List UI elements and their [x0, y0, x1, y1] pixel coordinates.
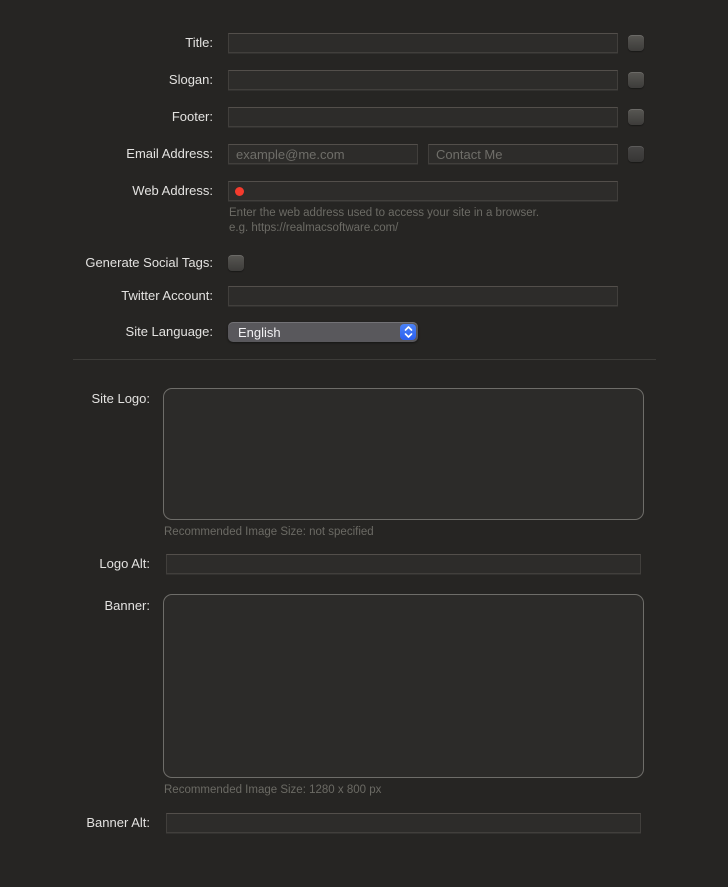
title-input[interactable]: [228, 33, 618, 53]
twitter-account-input[interactable]: [228, 286, 618, 306]
banner-label: Banner:: [0, 596, 150, 616]
web-address-help-line2: e.g. https://realmacsoftware.com/: [229, 221, 539, 236]
web-address-label: Web Address:: [0, 181, 213, 201]
site-language-label: Site Language:: [0, 322, 213, 342]
email-link-text-input[interactable]: [428, 144, 618, 164]
banner-alt-input[interactable]: [166, 813, 641, 833]
site-logo-caption: Recommended Image Size: not specified: [164, 526, 374, 538]
email-checkbox[interactable]: [628, 146, 644, 162]
logo-alt-input[interactable]: [166, 554, 641, 574]
slogan-checkbox[interactable]: [628, 72, 644, 88]
email-address-label: Email Address:: [0, 144, 213, 164]
logo-alt-label: Logo Alt:: [0, 554, 150, 574]
popup-chevrons-icon: [400, 324, 416, 340]
title-checkbox[interactable]: [628, 35, 644, 51]
slogan-label: Slogan:: [0, 70, 213, 90]
site-logo-label: Site Logo:: [0, 389, 150, 409]
section-divider: [73, 359, 656, 360]
slogan-input[interactable]: [228, 70, 618, 90]
web-address-input[interactable]: [228, 181, 618, 201]
banner-alt-label: Banner Alt:: [0, 813, 150, 833]
footer-input[interactable]: [228, 107, 618, 127]
site-language-select[interactable]: English: [228, 322, 418, 342]
site-settings-panel: Title: Slogan: Footer: Email Address: We…: [0, 0, 728, 887]
banner-caption: Recommended Image Size: 1280 x 800 px: [164, 784, 381, 796]
site-language-selected-value: English: [228, 325, 400, 340]
title-label: Title:: [0, 33, 213, 53]
footer-label: Footer:: [0, 107, 213, 127]
generate-social-tags-checkbox[interactable]: [228, 255, 244, 271]
web-address-help-line1: Enter the web address used to access you…: [229, 206, 539, 221]
footer-checkbox[interactable]: [628, 109, 644, 125]
site-logo-image-well[interactable]: [163, 388, 644, 520]
banner-image-well[interactable]: [163, 594, 644, 778]
twitter-account-label: Twitter Account:: [0, 286, 213, 306]
web-address-help: Enter the web address used to access you…: [229, 206, 539, 236]
required-dot-icon: [235, 187, 244, 196]
email-address-input[interactable]: [228, 144, 418, 164]
generate-social-tags-label: Generate Social Tags:: [0, 255, 213, 271]
